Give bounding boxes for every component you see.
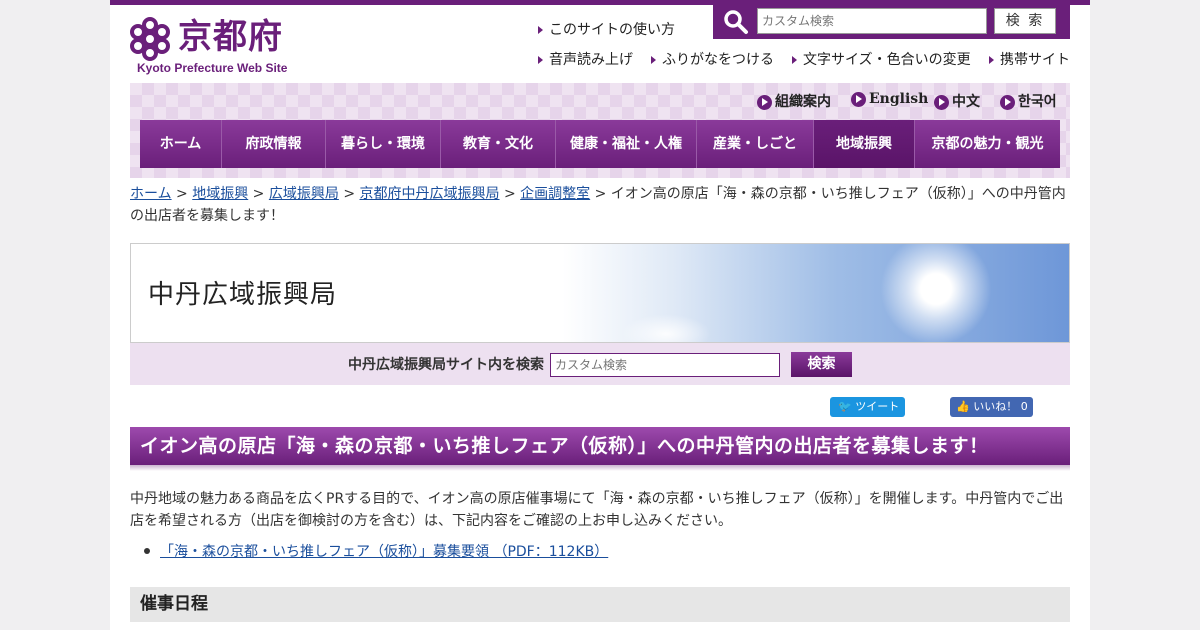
toplink-voice[interactable]: 音声読み上げ — [538, 49, 633, 69]
site-logo[interactable]: 京都府 Kyoto Prefecture Web Site — [130, 13, 300, 77]
triangle-icon — [538, 26, 543, 34]
pdf-list-item: 「海・森の京都・いち推しフェア（仮称）」募集要領 （PDF：112KB） — [144, 541, 608, 561]
toplink-howto[interactable]: このサイトの使い方 — [538, 19, 675, 39]
lang-label: 한국어 — [1018, 94, 1057, 110]
toplink-furigana[interactable]: ふりがなをつける — [651, 49, 774, 69]
breadcrumb: ホーム > 地域振興 > 広域振興局 > 京都府中丹広域振興局 > 企画調整室 … — [130, 186, 1066, 224]
breadcrumb-link[interactable]: 企画調整室 — [520, 186, 590, 202]
logo-text-jp: 京都府 — [178, 17, 283, 57]
nav-item-industry[interactable]: 産業・しごと — [697, 120, 814, 168]
banner-title: 中丹広域振興局 — [148, 280, 338, 310]
breadcrumb-link[interactable]: 京都府中丹広域振興局 — [360, 186, 500, 202]
kyoto-crest-icon — [130, 17, 170, 61]
triangle-icon — [989, 56, 994, 64]
bureau-search-button[interactable]: 検索 — [791, 352, 852, 377]
arrow-circle-icon — [851, 91, 866, 107]
banner-sun — [871, 244, 1001, 342]
toplink-label: ふりがなをつける — [662, 52, 774, 68]
toplink-label: 音声読み上げ — [549, 52, 633, 68]
toplink-label: 文字サイズ・色合いの変更 — [803, 52, 971, 68]
search-button[interactable]: 検 索 — [994, 8, 1056, 34]
lang-link-korean[interactable]: 한국어 — [1000, 91, 1057, 111]
toplink-mobile[interactable]: 携帯サイト — [989, 49, 1070, 69]
breadcrumb-link[interactable]: 広域振興局 — [269, 186, 339, 202]
nav-item-living[interactable]: 暮らし・環境 — [326, 120, 441, 168]
triangle-icon — [651, 56, 656, 64]
global-nav-band: 組織案内 English 中文 한국어 ホーム 府政情報 暮らし・環境 教育・文… — [130, 83, 1070, 178]
bureau-search-input[interactable] — [550, 353, 780, 377]
logo-text-en: Kyoto Prefecture Web Site — [137, 61, 288, 75]
global-nav: ホーム 府政情報 暮らし・環境 教育・文化 健康・福祉・人権 産業・しごと 地域… — [140, 120, 1060, 168]
triangle-icon — [538, 56, 543, 64]
lang-label: 中文 — [952, 94, 980, 110]
nav-item-regional[interactable]: 地域振興 — [814, 120, 915, 168]
toplink-label: 携帯サイト — [1000, 52, 1070, 68]
page-title: イオン高の原店「海・森の京都・いち推しフェア（仮称）」への中丹管内の出店者を募集… — [130, 427, 1070, 465]
nav-item-government[interactable]: 府政情報 — [222, 120, 326, 168]
triangle-icon — [792, 56, 797, 64]
pdf-link[interactable]: 「海・森の京都・いち推しフェア（仮称）」募集要領 （PDF：112KB） — [160, 544, 608, 560]
lang-label: 組織案内 — [775, 94, 831, 110]
toplink-label: このサイトの使い方 — [549, 22, 675, 38]
bureau-search-label: 中丹広域振興局サイト内を検索 — [348, 357, 544, 373]
like-button[interactable]: 👍 いいね！ 0 — [950, 397, 1033, 417]
search-input[interactable] — [757, 8, 987, 34]
page-container: 京都府 Kyoto Prefecture Web Site 検 索 このサイトの… — [110, 0, 1090, 630]
section-heading: 催事日程 — [130, 587, 1070, 622]
breadcrumb-link[interactable]: 地域振興 — [192, 186, 248, 202]
nav-item-education[interactable]: 教育・文化 — [441, 120, 556, 168]
bureau-search: 中丹広域振興局サイト内を検索 検索 — [130, 343, 1070, 385]
tweet-label: ツイート — [855, 400, 900, 413]
bullet-icon — [144, 548, 150, 554]
like-label: いいね！ 0 — [973, 400, 1028, 413]
arrow-circle-icon — [757, 94, 772, 110]
banner-cloud — [621, 314, 711, 342]
search-icon — [724, 10, 748, 34]
bureau-banner: 中丹広域振興局 — [130, 243, 1070, 343]
breadcrumb-link[interactable]: ホーム — [130, 186, 172, 202]
lang-link-organization[interactable]: 組織案内 — [757, 91, 831, 111]
site-search-bar: 検 索 — [713, 5, 1070, 39]
nav-item-home[interactable]: ホーム — [140, 120, 222, 168]
lang-link-english[interactable]: English — [851, 91, 928, 107]
lang-link-chinese[interactable]: 中文 — [934, 91, 980, 111]
tweet-button[interactable]: 🐦 ツイート — [830, 397, 905, 417]
arrow-circle-icon — [934, 94, 949, 110]
title-shadow — [130, 465, 1070, 471]
twitter-bird-icon: 🐦 — [838, 400, 852, 413]
arrow-circle-icon — [1000, 94, 1015, 110]
nav-item-health[interactable]: 健康・福祉・人権 — [556, 120, 697, 168]
thumbs-up-icon: 👍 — [956, 400, 970, 413]
article-body: 中丹地域の魅力ある商品を広くPRする目的で、イオン高の原店催事場にて「海・森の京… — [130, 491, 1064, 529]
lang-label: English — [869, 91, 929, 107]
toplink-textsize[interactable]: 文字サイズ・色合いの変更 — [792, 49, 971, 69]
nav-item-tourism[interactable]: 京都の魅力・観光 — [915, 120, 1060, 168]
